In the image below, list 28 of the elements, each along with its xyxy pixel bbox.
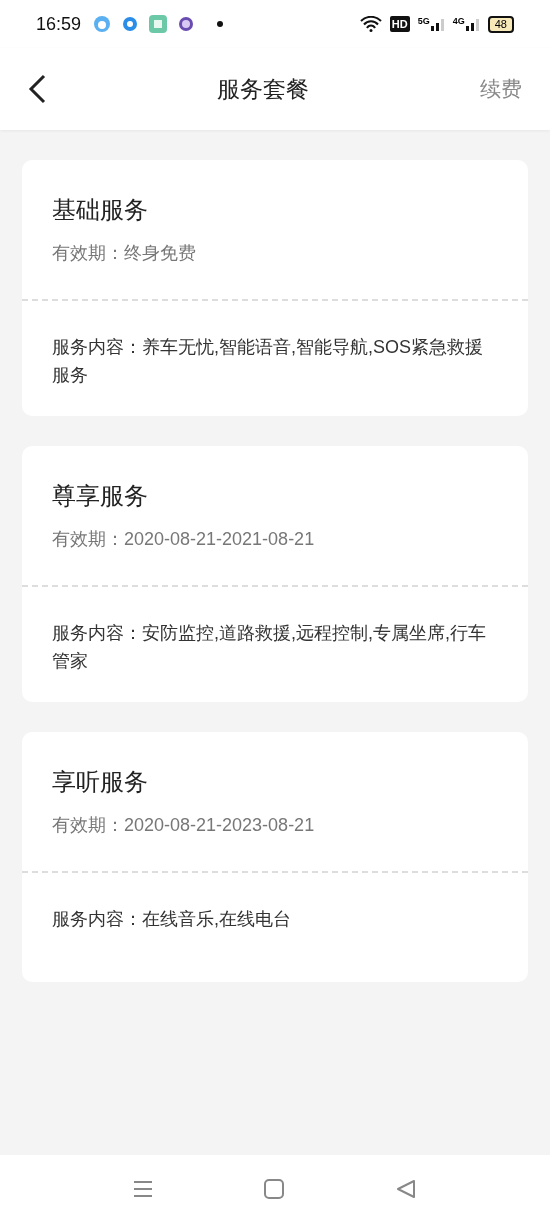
network-label: 4G [452, 17, 465, 26]
service-title: 尊享服务 [52, 481, 149, 511]
validity-text: 有效期：2020-08-21-2021-08-21 [52, 528, 316, 551]
service-title: 享听服务 [52, 767, 149, 797]
service-content: 服务内容：在线音乐,在线电台 [51, 908, 292, 931]
renew-link[interactable]: 续费 [480, 73, 522, 105]
validity-text: 有效期：终身免费 [52, 242, 197, 265]
battery-indicator: 48 [487, 15, 514, 33]
back-nav-icon[interactable] [396, 1178, 416, 1199]
app-icon [93, 15, 112, 33]
wifi-icon [359, 16, 382, 32]
service-content: 服务内容：安防监控,道路救援,远程控制,专属坐席,行车管家 [51, 622, 487, 673]
page-title: 服务套餐 [217, 74, 309, 104]
validity-text: 有效期：2020-08-21-2023-08-21 [52, 814, 316, 837]
signal-icon [430, 17, 445, 31]
service-content: 服务内容：养车无忧,智能语音,智能导航,SOS紧急救援服务 [51, 336, 484, 387]
hd-badge: HD [389, 16, 410, 32]
status-time: 16:59 [36, 12, 82, 36]
network-label: 5G [417, 17, 430, 26]
app-icon [179, 17, 194, 31]
service-title: 基础服务 [52, 195, 149, 225]
notification-dot-icon [217, 21, 224, 27]
menu-icon[interactable] [133, 1178, 153, 1199]
app-icon [149, 15, 168, 33]
home-icon[interactable] [264, 1178, 284, 1199]
signal-icon [465, 17, 480, 31]
back-icon[interactable] [28, 74, 46, 104]
app-icon [123, 17, 138, 31]
